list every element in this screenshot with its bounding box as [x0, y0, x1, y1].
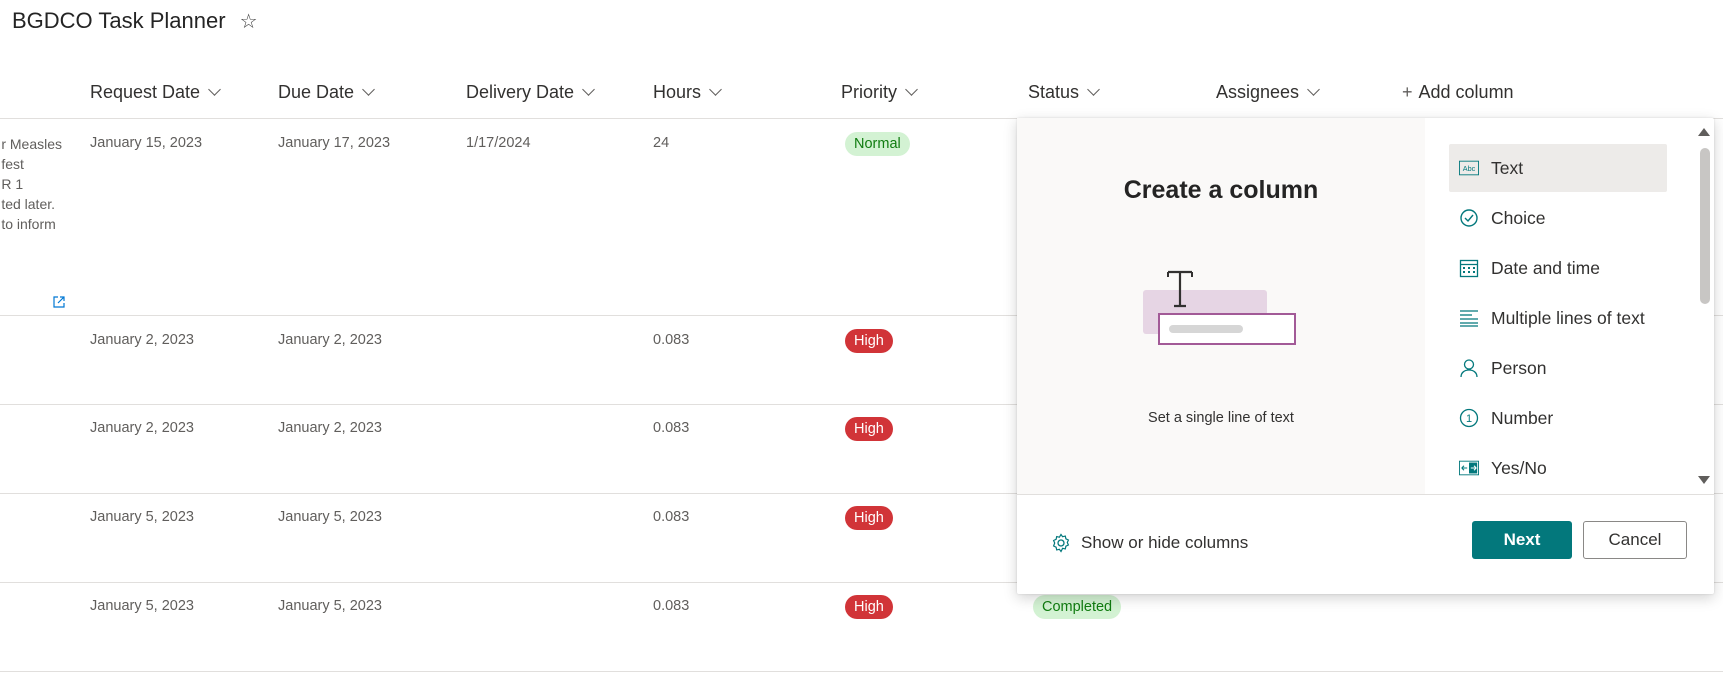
column-header-priority[interactable]: Priority	[841, 82, 918, 103]
column-header-request-date[interactable]: Request Date	[90, 82, 221, 103]
svg-text:1: 1	[1466, 413, 1472, 425]
panel-footer: Show or hide columns Next Cancel	[1017, 494, 1714, 595]
add-column-button[interactable]: + Add column	[1402, 82, 1514, 103]
favorite-star-icon[interactable]: ☆	[240, 9, 258, 34]
scroll-down-arrow-icon[interactable]	[1698, 476, 1710, 484]
due-date-cell: January 2, 2023	[278, 420, 382, 436]
column-type-text[interactable]: Abc Text	[1449, 144, 1667, 192]
delivery-date-cell: 1/17/2024	[466, 135, 531, 151]
gear-icon	[1052, 533, 1070, 553]
number-icon: 1	[1459, 408, 1479, 428]
request-date-cell: January 15, 2023	[90, 135, 203, 151]
calendar-icon	[1459, 258, 1479, 278]
column-header-row: Request Date Due Date Delivery Date Hour…	[0, 78, 1723, 119]
priority-badge: High	[845, 506, 893, 530]
column-type-choice[interactable]: Choice	[1449, 194, 1667, 242]
due-date-cell: January 5, 2023	[278, 509, 382, 525]
column-type-number[interactable]: 1 Number	[1449, 394, 1667, 442]
column-preview-pane: Create a column Set a single line of tex…	[1017, 118, 1425, 494]
status-badge: Completed	[1033, 595, 1122, 619]
svg-text:Abc: Abc	[1463, 164, 1476, 173]
chevron-down-icon	[905, 83, 918, 96]
priority-badge: Normal	[845, 132, 910, 156]
text-column-illustration	[1143, 270, 1296, 345]
create-column-panel: Create a column Set a single line of tex…	[1017, 118, 1714, 594]
due-date-cell: January 5, 2023	[278, 598, 382, 614]
hours-cell: 0.083	[653, 509, 690, 525]
page-header: BGDCO Task Planner ☆	[12, 8, 258, 34]
chevron-down-icon	[362, 83, 375, 96]
next-button[interactable]: Next	[1472, 521, 1572, 559]
yes-no-icon	[1459, 458, 1479, 478]
priority-badge: High	[845, 595, 893, 619]
request-date-cell: January 5, 2023	[90, 598, 194, 614]
page-title: BGDCO Task Planner	[12, 8, 226, 33]
chevron-down-icon	[582, 83, 595, 96]
person-icon	[1459, 358, 1479, 378]
column-header-due-date[interactable]: Due Date	[278, 82, 375, 103]
column-header-assignees[interactable]: Assignees	[1216, 82, 1320, 103]
chevron-down-icon	[1307, 83, 1320, 96]
column-type-person[interactable]: Person	[1449, 344, 1667, 392]
scroll-up-arrow-icon[interactable]	[1698, 128, 1710, 136]
column-header-status[interactable]: Status	[1028, 82, 1100, 103]
column-header-hours[interactable]: Hours	[653, 82, 722, 103]
chevron-down-icon	[208, 83, 221, 96]
request-date-cell: January 2, 2023	[90, 332, 194, 348]
plus-icon: +	[1402, 82, 1413, 102]
table-row[interactable]: January 5, 2023 January 5, 2023 0.083 Hi…	[0, 583, 1723, 672]
due-date-cell: January 2, 2023	[278, 332, 382, 348]
column-type-yes-no[interactable]: Yes/No	[1449, 444, 1667, 492]
open-in-new-icon[interactable]	[52, 295, 66, 309]
request-date-cell: January 2, 2023	[90, 420, 194, 436]
choice-check-icon	[1459, 208, 1479, 228]
panel-title: Create a column	[1123, 176, 1319, 204]
scrollbar-thumb[interactable]	[1700, 148, 1710, 304]
hours-cell: 0.083	[653, 420, 690, 436]
panel-description: Set a single line of text	[1148, 410, 1294, 426]
hours-cell: 0.083	[653, 598, 690, 614]
chevron-down-icon	[1087, 83, 1100, 96]
priority-badge: High	[845, 329, 893, 353]
due-date-cell: January 17, 2023	[278, 135, 391, 151]
chevron-down-icon	[709, 83, 722, 96]
priority-badge: High	[845, 417, 893, 441]
column-type-list: Abc Text Choice Date and time Multiple l…	[1425, 118, 1714, 494]
hours-cell: 0.083	[653, 332, 690, 348]
show-hide-columns-link[interactable]: Show or hide columns	[1051, 533, 1248, 553]
text-abc-icon: Abc	[1459, 158, 1479, 178]
hours-cell: 24	[653, 135, 670, 151]
column-type-multiple-lines[interactable]: Multiple lines of text	[1449, 294, 1667, 342]
column-type-date-and-time[interactable]: Date and time	[1449, 244, 1667, 292]
multiline-text-icon	[1459, 308, 1479, 328]
cancel-button[interactable]: Cancel	[1583, 521, 1687, 559]
request-date-cell: January 5, 2023	[90, 509, 194, 525]
description-cell: r Measles fest R 1 ted later. to inform	[1, 136, 62, 232]
column-header-delivery-date[interactable]: Delivery Date	[466, 82, 595, 103]
